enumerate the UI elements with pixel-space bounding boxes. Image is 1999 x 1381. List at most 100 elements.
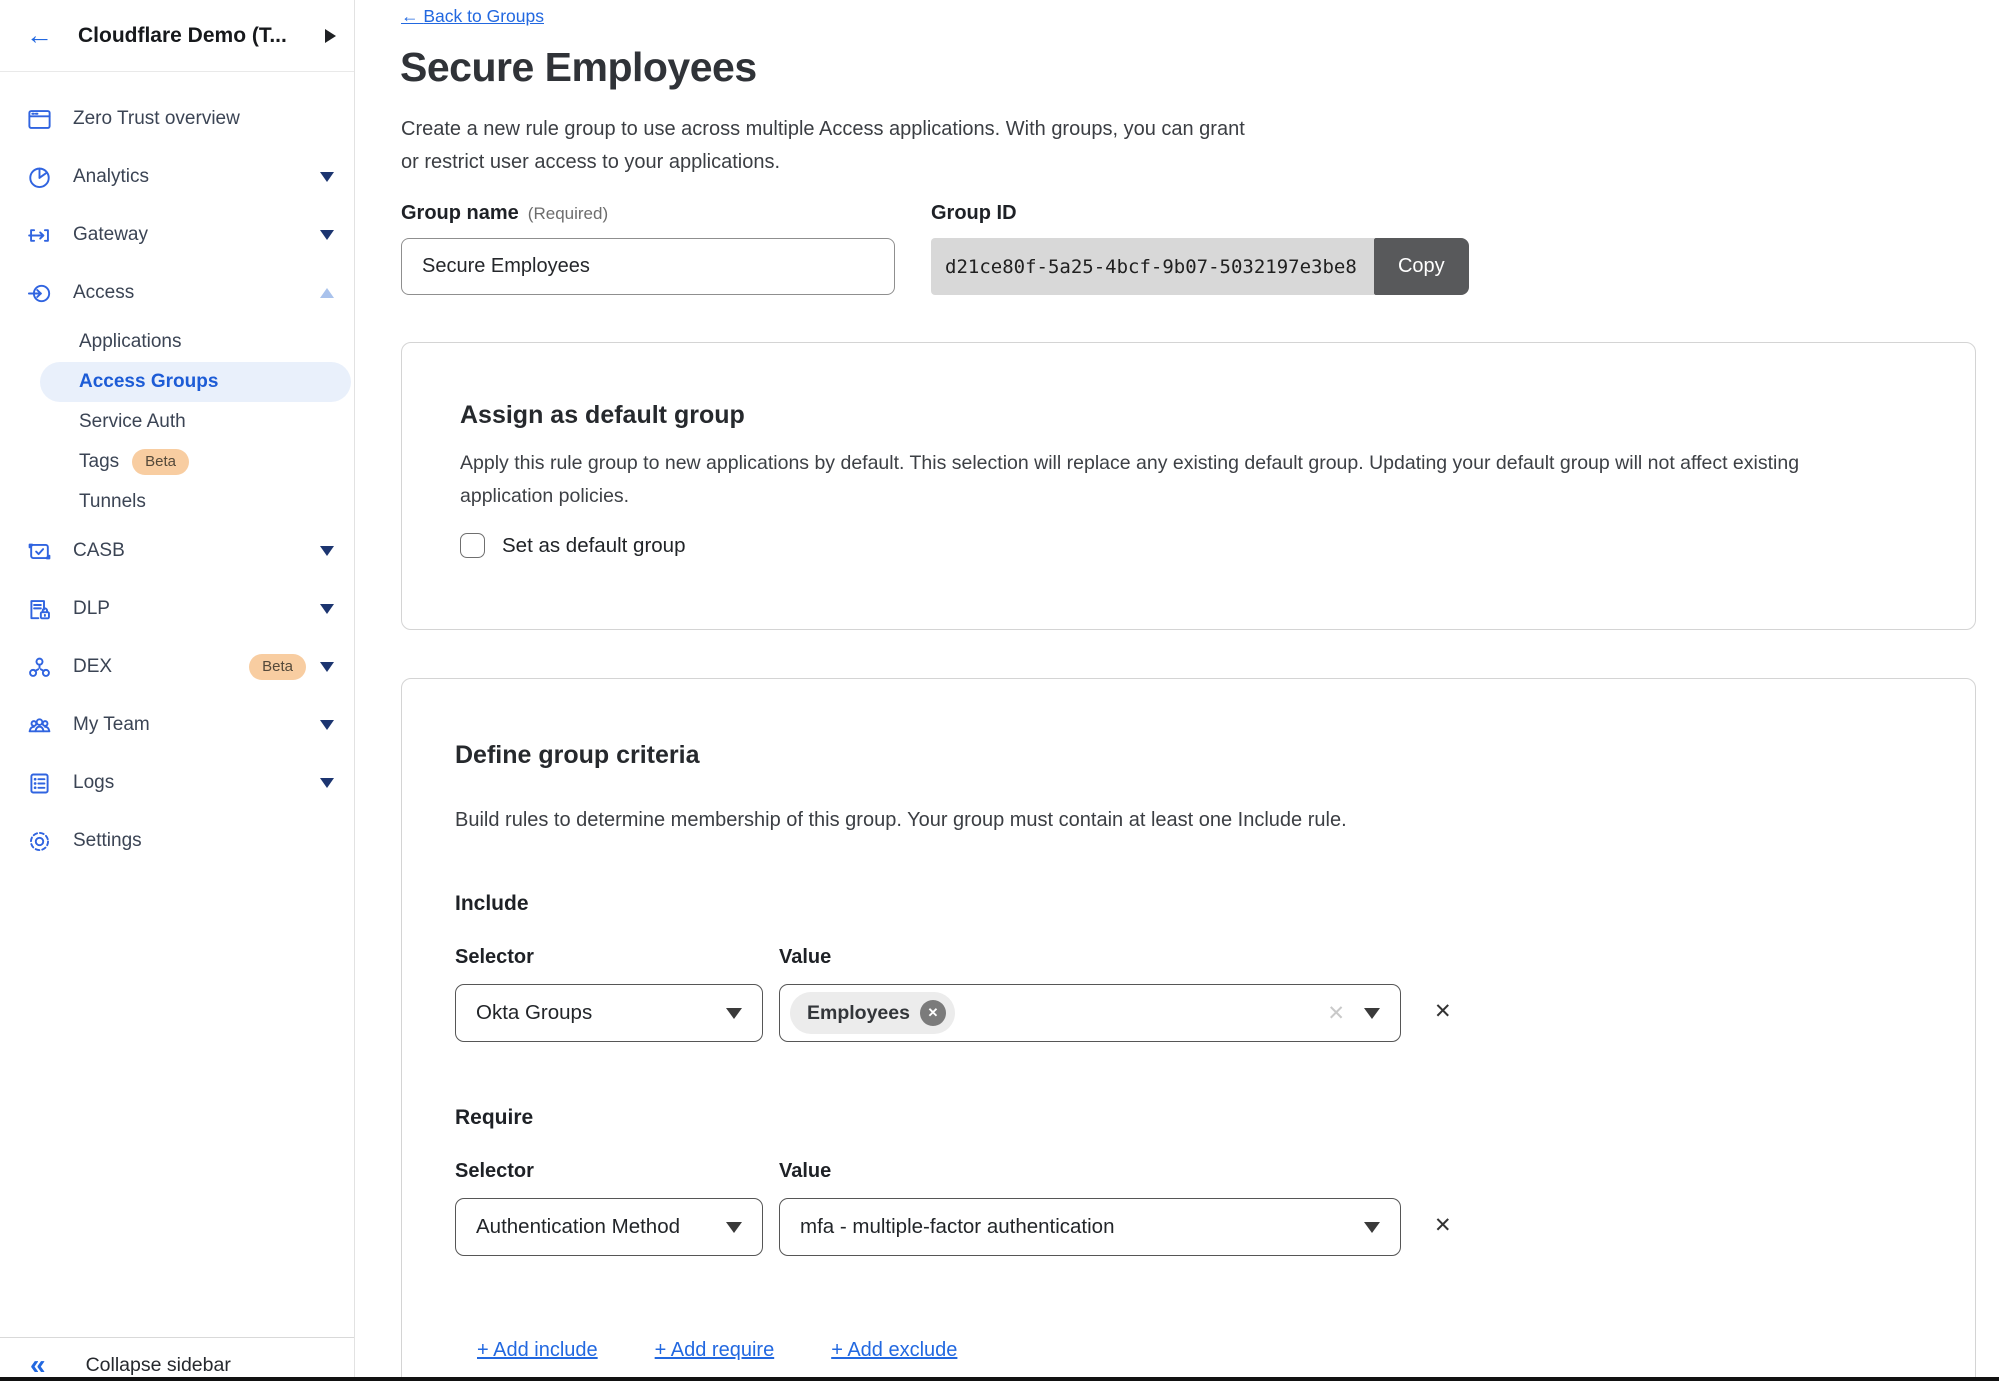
require-value-label: Value xyxy=(779,1160,831,1183)
group-id-field: d21ce80f-5a25-4bcf-9b07-5032197e3be8 Cop… xyxy=(931,238,1469,295)
sidebar-item-label: Zero Trust overview xyxy=(73,108,334,130)
sidebar-item-dlp[interactable]: DLP xyxy=(0,580,354,638)
collapse-chevrons-icon: « xyxy=(30,1354,46,1376)
clear-values-icon[interactable]: ✕ xyxy=(1327,1001,1345,1026)
card-description: Apply this rule group to new application… xyxy=(460,447,1885,513)
require-selector-dropdown[interactable]: Authentication Method xyxy=(455,1198,763,1256)
account-title: Cloudflare Demo (T... xyxy=(78,24,321,48)
settings-icon xyxy=(26,828,53,855)
sidebar-item-gateway[interactable]: Gateway xyxy=(0,206,354,264)
chevron-down-icon xyxy=(726,1222,742,1233)
group-name-input[interactable] xyxy=(401,238,895,295)
access-subnav: Applications Access Groups Service Auth … xyxy=(0,322,354,522)
group-id-value: d21ce80f-5a25-4bcf-9b07-5032197e3be8 xyxy=(931,238,1374,295)
casb-icon xyxy=(26,538,53,565)
sidebar-item-my-team[interactable]: My Team xyxy=(0,696,354,754)
add-include-link[interactable]: + Add include xyxy=(477,1339,598,1362)
sidebar: ← Cloudflare Demo (T... Zero Trust overv… xyxy=(0,0,355,1381)
remove-include-rule-icon[interactable]: ✕ xyxy=(1434,999,1452,1024)
collapse-sidebar-button[interactable]: « Collapse sidebar xyxy=(0,1337,354,1381)
collapse-sidebar-label: Collapse sidebar xyxy=(86,1354,231,1377)
chevron-down-icon xyxy=(1364,1222,1380,1233)
chevron-down-icon xyxy=(320,172,334,182)
analytics-icon xyxy=(26,164,53,191)
card-title: Assign as default group xyxy=(460,401,745,430)
set-default-group-label: Set as default group xyxy=(502,534,686,558)
page-title: Secure Employees xyxy=(400,44,757,91)
group-name-label: Group name(Required) xyxy=(401,202,608,225)
sidebar-item-tunnels[interactable]: Tunnels xyxy=(0,482,354,522)
chevron-down-icon xyxy=(320,546,334,556)
include-value-label: Value xyxy=(779,946,831,969)
beta-badge: Beta xyxy=(249,654,306,679)
sidebar-item-label: Access xyxy=(73,282,320,304)
back-to-groups-link[interactable]: ← Back to Groups xyxy=(401,6,544,27)
sidebar-item-label: DLP xyxy=(73,598,320,620)
sidebar-item-label: My Team xyxy=(73,714,320,736)
sidebar-item-label: Tags xyxy=(79,451,119,473)
chevron-up-icon xyxy=(320,288,334,298)
back-arrow-icon[interactable]: ← xyxy=(26,22,53,49)
overview-icon xyxy=(26,106,53,133)
chevron-down-icon xyxy=(726,1008,742,1019)
include-heading: Include xyxy=(455,892,529,916)
include-selector-dropdown[interactable]: Okta Groups xyxy=(455,984,763,1042)
sidebar-item-tags[interactable]: Tags Beta xyxy=(0,442,354,482)
include-selector-value: Okta Groups xyxy=(476,1001,592,1025)
sidebar-item-label: Gateway xyxy=(73,224,320,246)
add-require-link[interactable]: + Add require xyxy=(655,1339,775,1362)
chevron-down-icon xyxy=(320,662,334,672)
expand-caret-icon[interactable] xyxy=(325,29,336,43)
require-selector-label: Selector xyxy=(455,1160,534,1183)
sidebar-nav: Zero Trust overview Analytics Gateway Ac… xyxy=(0,72,354,870)
page-description-line1: Create a new rule group to use across mu… xyxy=(401,113,1245,146)
chevron-down-icon xyxy=(320,604,334,614)
sidebar-item-access-groups[interactable]: Access Groups xyxy=(40,362,351,402)
beta-badge: Beta xyxy=(132,449,189,474)
card-title: Define group criteria xyxy=(455,741,700,770)
sidebar-item-dex[interactable]: DEX Beta xyxy=(0,638,354,696)
access-icon xyxy=(26,280,53,307)
sidebar-item-label: Logs xyxy=(73,772,320,794)
logs-icon xyxy=(26,770,53,797)
chevron-down-icon xyxy=(320,720,334,730)
group-id-label: Group ID xyxy=(931,202,1017,225)
employees-chip: Employees ✕ xyxy=(790,992,955,1034)
require-selector-value: Authentication Method xyxy=(476,1215,680,1239)
chevron-down-icon[interactable] xyxy=(1364,1008,1380,1019)
gateway-icon xyxy=(26,222,53,249)
sidebar-item-casb[interactable]: CASB xyxy=(0,522,354,580)
chevron-down-icon xyxy=(320,778,334,788)
sidebar-item-applications[interactable]: Applications xyxy=(0,322,354,362)
sidebar-item-zero-trust-overview[interactable]: Zero Trust overview xyxy=(0,90,354,148)
assign-default-group-card: Assign as default group Apply this rule … xyxy=(401,342,1976,630)
sidebar-item-access[interactable]: Access xyxy=(0,264,354,322)
sidebar-item-analytics[interactable]: Analytics xyxy=(0,148,354,206)
my-team-icon xyxy=(26,712,53,739)
add-exclude-link[interactable]: + Add exclude xyxy=(831,1339,957,1362)
copy-button[interactable]: Copy xyxy=(1374,238,1469,295)
dex-icon xyxy=(26,654,53,681)
chip-label: Employees xyxy=(807,1002,910,1025)
require-heading: Require xyxy=(455,1106,533,1130)
page-description: Create a new rule group to use across mu… xyxy=(401,113,1245,179)
remove-require-rule-icon[interactable]: ✕ xyxy=(1434,1213,1452,1238)
include-value-multiselect[interactable]: Employees ✕ ✕ xyxy=(779,984,1401,1042)
sidebar-item-label: Settings xyxy=(73,830,334,852)
set-default-group-checkbox[interactable] xyxy=(460,533,485,558)
sidebar-item-service-auth[interactable]: Service Auth xyxy=(0,402,354,442)
back-link-label: Back to Groups xyxy=(423,6,544,26)
include-selector-label: Selector xyxy=(455,946,534,969)
page-description-line2: or restrict user access to your applicat… xyxy=(401,146,1245,179)
sidebar-item-label: CASB xyxy=(73,540,320,562)
chip-remove-icon[interactable]: ✕ xyxy=(920,1000,946,1026)
require-value-dropdown[interactable]: mfa - multiple-factor authentication xyxy=(779,1198,1401,1256)
sidebar-header: ← Cloudflare Demo (T... xyxy=(0,0,354,72)
chevron-down-icon xyxy=(320,230,334,240)
sidebar-item-logs[interactable]: Logs xyxy=(0,754,354,812)
window-bottom-edge xyxy=(0,1377,1999,1381)
sidebar-item-settings[interactable]: Settings xyxy=(0,812,354,870)
card-description: Build rules to determine membership of t… xyxy=(455,809,1347,832)
set-default-group-row: Set as default group xyxy=(460,533,686,558)
add-rule-links: + Add include + Add require + Add exclud… xyxy=(477,1339,957,1362)
